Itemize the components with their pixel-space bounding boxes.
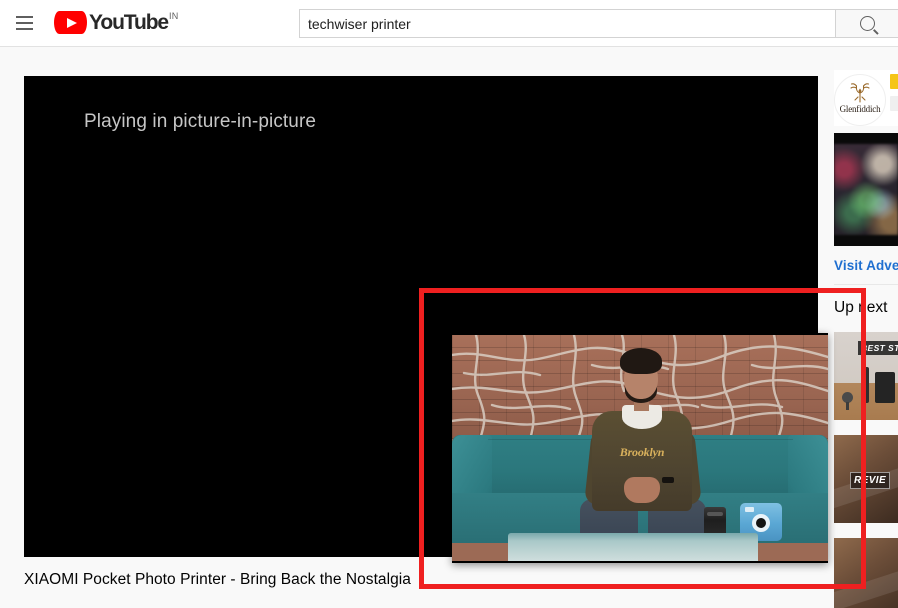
- thumbnail-badge: BEST ST: [858, 341, 898, 355]
- ad-header: Glenfiddich: [834, 70, 898, 126]
- sweater-graphic-text: Brooklyn: [619, 445, 665, 459]
- device-shape: [842, 392, 853, 410]
- search-bar: [299, 9, 898, 38]
- person-hands: [624, 477, 660, 503]
- picture-in-picture-window[interactable]: Brooklyn: [452, 333, 828, 563]
- ad-media-thumbnail[interactable]: [834, 133, 898, 246]
- pip-status-message: Playing in picture-in-picture: [84, 111, 317, 132]
- hamburger-menu-icon[interactable]: [16, 16, 33, 30]
- pip-video-content: Brooklyn: [452, 335, 828, 561]
- wristwatch: [662, 477, 674, 483]
- youtube-play-icon: [54, 11, 87, 34]
- app-header: YouTube IN: [0, 0, 898, 47]
- advertiser-avatar[interactable]: Glenfiddich: [834, 74, 886, 126]
- search-button[interactable]: [836, 9, 898, 38]
- thumbnail-badge: REVIE: [850, 472, 891, 489]
- secondary-sidebar: Glenfiddich Visit Adve Up next BEST ST R…: [834, 70, 898, 608]
- youtube-country-code: IN: [169, 11, 179, 21]
- search-input[interactable]: [299, 9, 836, 38]
- youtube-logo-text: YouTube: [89, 11, 169, 34]
- youtube-watch-page: YouTube IN Playing in picture-in-picture…: [0, 0, 898, 608]
- search-icon: [859, 16, 875, 31]
- camera-flash: [745, 507, 754, 512]
- hamburger-bar: [16, 16, 33, 18]
- list-item[interactable]: [834, 538, 898, 608]
- suggestion-thumbnail: [834, 538, 898, 608]
- person-hair: [620, 348, 662, 374]
- ad-visit-advertiser-link[interactable]: Visit Adve: [834, 258, 898, 273]
- ad-cta-button[interactable]: [890, 74, 898, 89]
- up-next-heading: Up next: [834, 299, 888, 316]
- video-title: XIAOMI Pocket Photo Printer - Bring Back…: [24, 571, 411, 588]
- list-item[interactable]: BEST ST: [834, 332, 898, 420]
- stag-logo-icon: [850, 83, 870, 103]
- ad-media-image: [834, 144, 898, 235]
- device-shape: [861, 367, 869, 403]
- ad-secondary-button[interactable]: [890, 96, 898, 111]
- advertiser-name: Glenfiddich: [839, 104, 881, 114]
- hamburger-bar: [16, 22, 33, 24]
- coffee-table: [508, 533, 758, 561]
- hamburger-bar: [16, 28, 33, 30]
- device-shape: [875, 372, 895, 403]
- camera-lens-ring: [752, 514, 770, 532]
- list-item[interactable]: REVIE: [834, 435, 898, 523]
- sidebar-divider: [834, 284, 898, 285]
- youtube-logo[interactable]: YouTube IN: [54, 11, 178, 35]
